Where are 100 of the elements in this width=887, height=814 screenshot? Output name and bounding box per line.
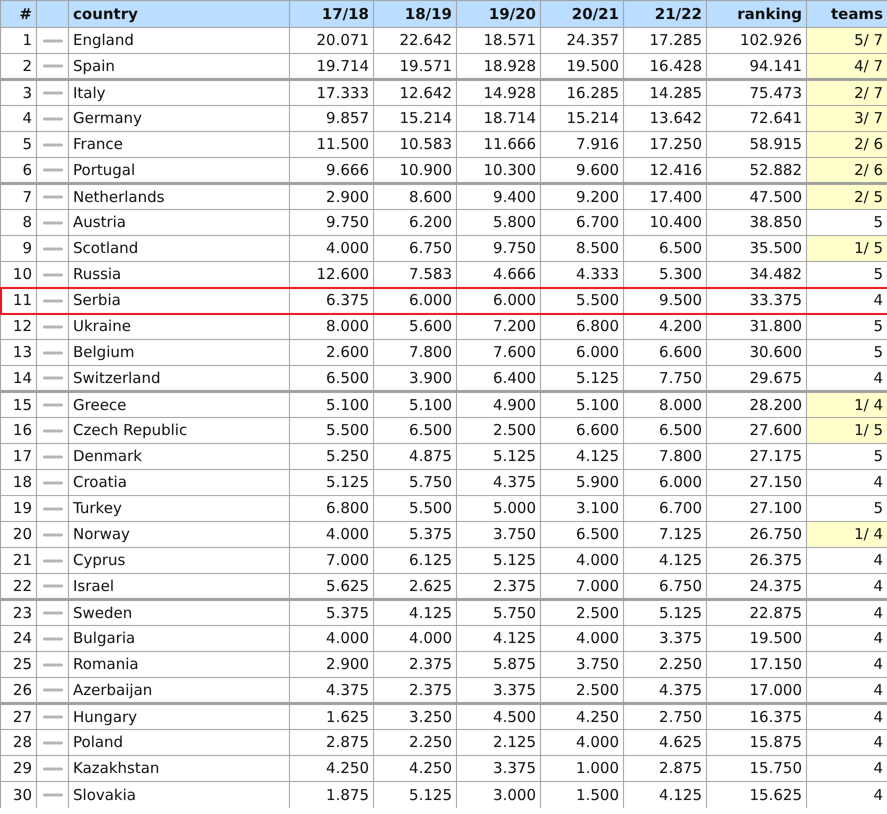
score-cell: 2.875 <box>624 756 706 782</box>
country-cell: Portugal <box>68 158 290 184</box>
score-cell: 4.250 <box>290 756 374 782</box>
teams-cell: 5 <box>806 444 887 470</box>
score-cell: 4.250 <box>374 756 456 782</box>
teams-cell: 1/ 4 <box>806 392 887 418</box>
teams-cell: 5 <box>806 314 887 340</box>
score-cell: 12.416 <box>624 158 706 184</box>
country-cell: Germany <box>68 106 290 132</box>
country-cell: Austria <box>68 210 290 236</box>
column-header: # <box>0 0 36 28</box>
score-cell: 4.375 <box>290 678 374 704</box>
country-cell: Spain <box>68 54 290 80</box>
score-cell: 1.000 <box>540 756 624 782</box>
score-cell: 3.750 <box>540 652 624 678</box>
dash-icon <box>42 91 62 95</box>
rank-cell: 14 <box>0 366 36 392</box>
score-cell: 6.200 <box>374 210 456 236</box>
score-cell: 10.583 <box>374 132 456 158</box>
rank-cell: 3 <box>0 80 36 106</box>
dash-icon <box>42 272 62 276</box>
dash-icon <box>42 740 62 744</box>
ranking-cell: 15.750 <box>706 756 806 782</box>
score-cell: 2.375 <box>456 574 540 600</box>
dash-icon <box>42 298 62 302</box>
score-cell: 4.666 <box>456 262 540 288</box>
score-cell: 7.800 <box>624 444 706 470</box>
score-cell: 3.750 <box>456 522 540 548</box>
rank-cell: 1 <box>0 28 36 54</box>
score-cell: 12.600 <box>290 262 374 288</box>
score-cell: 5.125 <box>540 366 624 392</box>
dash-icon <box>42 168 62 172</box>
dash-icon <box>42 116 62 120</box>
teams-cell: 4 <box>806 652 887 678</box>
score-cell: 4.125 <box>456 626 540 652</box>
teams-cell: 4 <box>806 366 887 392</box>
dash-icon <box>42 38 62 42</box>
rank-cell: 22 <box>0 574 36 600</box>
dash-icon <box>42 792 62 797</box>
ranking-cell: 34.482 <box>706 262 806 288</box>
column-header: 19/20 <box>456 0 540 28</box>
score-cell: 2.500 <box>540 678 624 704</box>
score-cell: 6.700 <box>624 496 706 522</box>
ranking-cell: 35.500 <box>706 236 806 262</box>
country-cell: France <box>68 132 290 158</box>
score-cell: 11.500 <box>290 132 374 158</box>
score-cell: 6.500 <box>374 418 456 444</box>
dash-icon <box>42 195 62 199</box>
score-cell: 4.625 <box>624 730 706 756</box>
score-cell: 6.750 <box>374 236 456 262</box>
score-cell: 9.666 <box>290 158 374 184</box>
teams-cell: 4 <box>806 574 887 600</box>
ranking-cell: 17.150 <box>706 652 806 678</box>
ranking-cell: 94.141 <box>706 54 806 80</box>
teams-cell: 5 <box>806 340 887 366</box>
dash-icon <box>42 532 62 536</box>
dash-icon <box>42 428 62 432</box>
rank-cell: 21 <box>0 548 36 574</box>
country-cell: Russia <box>68 262 290 288</box>
rank-cell: 4 <box>0 106 36 132</box>
dash-icon <box>42 350 62 354</box>
score-cell: 18.714 <box>456 106 540 132</box>
score-cell: 10.400 <box>624 210 706 236</box>
teams-cell: 1/ 5 <box>806 236 887 262</box>
score-cell: 3.900 <box>374 366 456 392</box>
rank-cell: 16 <box>0 418 36 444</box>
score-cell: 2.375 <box>374 678 456 704</box>
score-cell: 4.000 <box>540 548 624 574</box>
dash-icon <box>42 715 62 719</box>
score-cell: 1.500 <box>540 782 624 808</box>
score-cell: 6.500 <box>624 236 706 262</box>
teams-cell: 4 <box>806 730 887 756</box>
score-cell: 5.500 <box>290 418 374 444</box>
score-cell: 7.000 <box>290 548 374 574</box>
ranking-cell: 29.675 <box>706 366 806 392</box>
rank-cell: 13 <box>0 340 36 366</box>
country-cell: Scotland <box>68 236 290 262</box>
country-cell: Bulgaria <box>68 626 290 652</box>
score-cell: 5.125 <box>456 444 540 470</box>
score-cell: 2.900 <box>290 652 374 678</box>
country-cell: Croatia <box>68 470 290 496</box>
score-cell: 5.000 <box>456 496 540 522</box>
score-cell: 9.750 <box>290 210 374 236</box>
dash-icon <box>42 246 62 250</box>
score-cell: 6.125 <box>374 548 456 574</box>
score-cell: 4.375 <box>456 470 540 496</box>
rank-cell: 19 <box>0 496 36 522</box>
score-cell: 4.000 <box>374 626 456 652</box>
ranking-cell: 38.850 <box>706 210 806 236</box>
column-header: ranking <box>706 0 806 28</box>
column-header: 20/21 <box>540 0 624 28</box>
score-cell: 3.375 <box>456 756 540 782</box>
ranking-cell: 26.375 <box>706 548 806 574</box>
dash-icon <box>42 584 62 588</box>
dash-icon <box>42 766 62 770</box>
teams-cell: 2/ 5 <box>806 184 887 210</box>
score-cell: 6.500 <box>540 522 624 548</box>
score-cell: 5.250 <box>290 444 374 470</box>
score-cell: 6.600 <box>624 340 706 366</box>
score-cell: 2.500 <box>456 418 540 444</box>
